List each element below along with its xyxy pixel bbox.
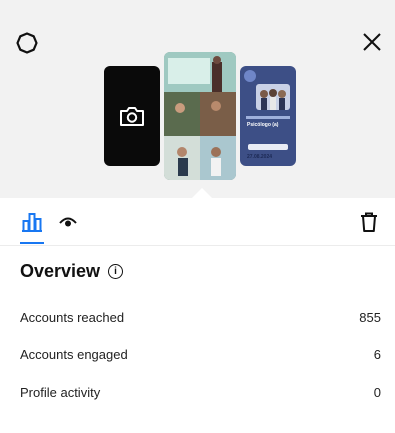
story-thumbnail-next[interactable]: Psicólogo (a) 27.08.2024	[240, 66, 296, 166]
flyer-image	[244, 70, 290, 150]
overview-header: Overview i	[20, 261, 124, 282]
metric-label: Accounts reached	[20, 310, 125, 325]
eye-icon	[59, 217, 77, 227]
trash-icon	[361, 212, 377, 232]
overview-title: Overview	[20, 261, 101, 281]
active-tab-indicator	[20, 242, 44, 244]
metric-value: 6	[373, 347, 381, 362]
camera-icon	[120, 107, 144, 126]
story-collage-image	[164, 52, 236, 180]
delete-button[interactable]	[355, 208, 383, 236]
metric-label: Profile activity	[20, 385, 101, 400]
story-preview-area: Psicólogo (a) 27.08.2024	[0, 0, 395, 198]
flyer-title-text: Psicólogo (a)	[247, 122, 279, 128]
settings-button[interactable]	[14, 30, 40, 56]
tab-insights[interactable]	[18, 208, 46, 236]
info-icon[interactable]: i	[108, 264, 124, 279]
metric-label: Accounts engaged	[20, 347, 128, 362]
metric-row-accounts-reached: Accounts reached 855	[20, 310, 381, 325]
metric-value: 0	[373, 385, 381, 400]
metric-row-accounts-engaged: Accounts engaged 6	[20, 347, 381, 362]
metric-row-profile-activity: Profile activity 0	[20, 385, 381, 400]
insights-tab-bar	[0, 198, 395, 246]
bar-chart-icon	[22, 213, 42, 232]
selected-story-pointer	[192, 188, 212, 198]
story-thumbnail-current[interactable]	[164, 52, 236, 180]
close-button[interactable]	[358, 28, 386, 56]
close-icon	[363, 33, 381, 51]
tab-viewers[interactable]	[56, 210, 80, 234]
story-thumbnail-previous[interactable]	[104, 66, 160, 166]
flyer-date-text: 27.08.2024	[247, 154, 273, 160]
settings-icon	[16, 32, 38, 54]
metric-value: 855	[359, 310, 381, 325]
